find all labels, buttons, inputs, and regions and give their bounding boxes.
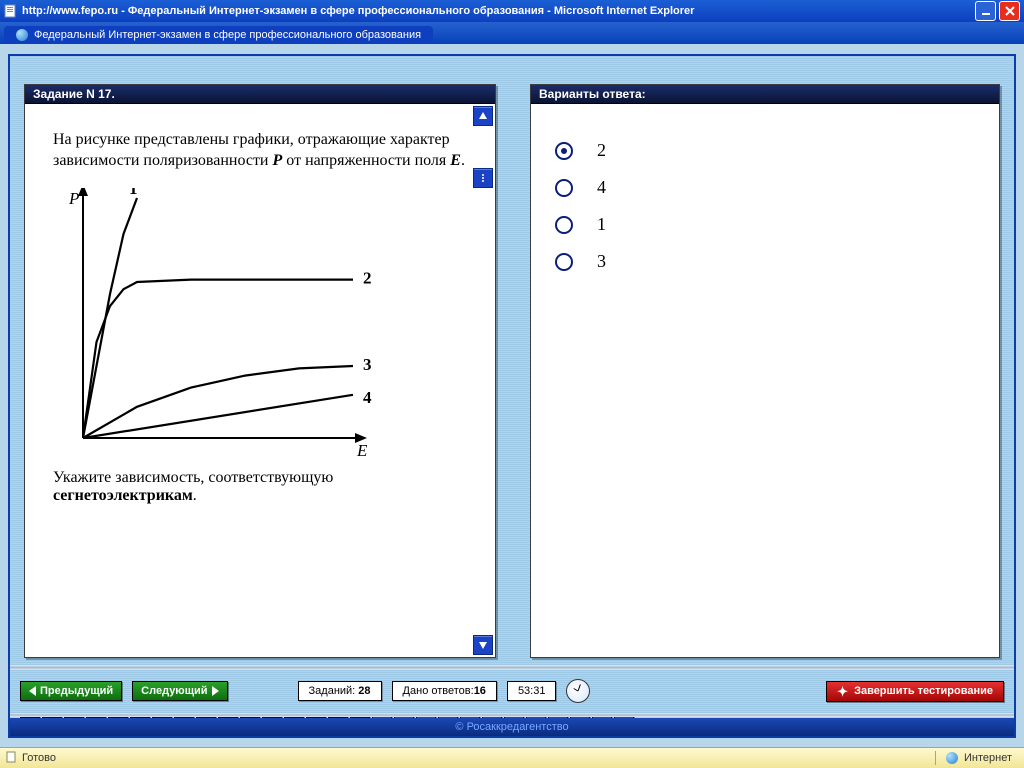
minimize-button[interactable] (975, 1, 996, 21)
divider (10, 713, 1014, 717)
copyright: © Росаккредагентство (455, 721, 568, 733)
svg-text:P: P (68, 189, 79, 208)
clock-icon (566, 679, 590, 703)
browser-tab[interactable]: Федеральный Интернет-экзамен в сфере про… (4, 26, 433, 44)
answer-label: 3 (597, 251, 606, 272)
answer-label: 1 (597, 214, 606, 235)
tab-bar: Федеральный Интернет-экзамен в сфере про… (0, 22, 1024, 46)
page-icon (4, 4, 18, 18)
answers-panel-header: Варианты ответа: (531, 85, 999, 104)
next-label: Следующий (141, 685, 207, 697)
browser-statusbar: Готово Интернет (0, 747, 1024, 768)
prompt-part: . (193, 487, 197, 504)
scroll-handle[interactable] (473, 168, 493, 188)
question-text: На рисунке представлены графики, отражаю… (25, 104, 495, 188)
globe-icon (16, 29, 28, 41)
timer-value: 53:31 (518, 685, 546, 697)
app-frame: Задание N 17. (8, 54, 1016, 738)
answers-panel-body: 2 4 1 3 (531, 104, 999, 657)
variable-E: E (450, 152, 461, 169)
close-button[interactable] (999, 1, 1020, 21)
internet-zone-icon (946, 752, 958, 764)
chart-figure: P E 1 2 3 4 (25, 188, 495, 465)
triangle-right-icon (212, 686, 219, 696)
prev-label: Предыдущий (40, 685, 113, 697)
prev-button[interactable]: Предыдущий (20, 681, 122, 701)
answer-label: 2 (597, 140, 606, 161)
scroll-up-button[interactable] (473, 106, 493, 126)
answer-option[interactable]: 1 (555, 214, 975, 235)
controls-bar: Предыдущий Следующий Заданий: 28 Дано от… (10, 670, 1014, 712)
given-label: Дано ответов: (403, 685, 474, 697)
status-ready: Готово (22, 752, 56, 764)
next-button[interactable]: Следующий (132, 681, 227, 701)
answer-option[interactable]: 2 (555, 140, 975, 161)
triangle-left-icon (29, 686, 36, 696)
total-value: 28 (358, 685, 370, 697)
timer-box: 53:31 (507, 681, 557, 701)
answer-label: 4 (597, 177, 606, 198)
page-footer: © Росаккредагентство (10, 718, 1014, 736)
total-label: Заданий: (309, 685, 359, 697)
question-panel: Задание N 17. (24, 84, 496, 658)
content-zone: Задание N 17. (10, 56, 1014, 670)
browser-window: http://www.fepo.ru - Федеральный Интерне… (0, 0, 1024, 768)
answer-option[interactable]: 4 (555, 177, 975, 198)
page-body: Задание N 17. (0, 44, 1024, 748)
tab-label: Федеральный Интернет-экзамен в сфере про… (34, 29, 421, 41)
question-text-part: от напряженности поля (282, 152, 450, 169)
radio-button[interactable] (555, 179, 573, 197)
runner-icon: ✦ (837, 685, 848, 698)
question-panel-body: На рисунке представлены графики, отражаю… (25, 104, 495, 657)
question-prompt: Укажите зависимость, соответствующую сег… (25, 465, 495, 523)
variable-P: P (273, 152, 283, 169)
svg-text:3: 3 (363, 355, 372, 374)
radio-button[interactable] (555, 253, 573, 271)
question-text-part: . (461, 152, 465, 169)
svg-text:4: 4 (363, 387, 372, 406)
status-zone: Интернет (964, 752, 1012, 764)
prompt-bold: сегнетоэлектрикам (53, 487, 193, 504)
given-value: 16 (474, 685, 486, 697)
window-titlebar: http://www.fepo.ru - Федеральный Интерне… (0, 0, 1024, 22)
answer-option[interactable]: 3 (555, 251, 975, 272)
prompt-part: Укажите зависимость, соответствующую (53, 469, 333, 486)
radio-button[interactable] (555, 216, 573, 234)
window-title: http://www.fepo.ru - Федеральный Интерне… (22, 5, 972, 17)
answers-given-box: Дано ответов:16 (392, 681, 497, 701)
svg-text:1: 1 (129, 188, 138, 198)
answers-panel: Варианты ответа: 2 4 1 3 (530, 84, 1000, 658)
total-tasks-box: Заданий: 28 (298, 681, 382, 701)
finish-test-button[interactable]: ✦ Завершить тестирование (826, 681, 1004, 702)
question-panel-header: Задание N 17. (25, 85, 495, 104)
scroll-down-button[interactable] (473, 635, 493, 655)
divider (935, 751, 936, 765)
radio-button[interactable] (555, 142, 573, 160)
finish-label: Завершить тестирование (854, 685, 993, 697)
page-icon (6, 751, 18, 766)
svg-text:E: E (356, 441, 368, 458)
svg-text:2: 2 (363, 268, 372, 287)
